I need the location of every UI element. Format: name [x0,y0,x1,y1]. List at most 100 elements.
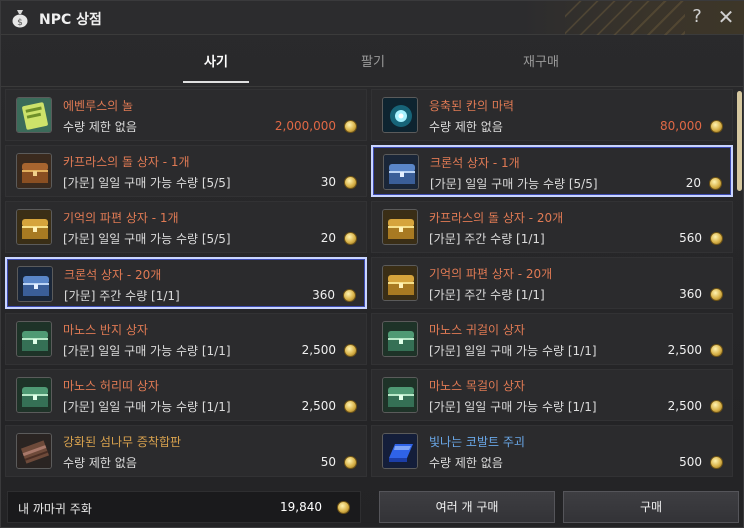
coin-icon [344,232,357,245]
currency-label: 내 까마귀 주화 [18,502,92,516]
shop-item[interactable]: 카프라스의 돌 상자 - 20개 [가문] 주간 수량 [1/1] 560 [371,201,733,253]
item-price: 360 [312,288,335,302]
shop-item[interactable]: 마노스 허리띠 상자 [가문] 일일 구매 가능 수량 [1/1] 2,500 [5,369,367,421]
green-chest-icon [16,377,52,413]
currency-amount: 19,840 [280,500,322,514]
item-limit: [가문] 주간 수량 [1/1] [64,289,180,303]
blue-chest-icon [17,266,53,302]
item-price: 2,000,000 [274,119,336,133]
money-bag-icon: $ [12,10,28,28]
item-name: 크론석 상자 - 20개 [64,268,162,282]
item-name: 기억의 파편 상자 - 20개 [429,267,553,281]
shop-item[interactable]: 카프라스의 돌 상자 - 1개 [가문] 일일 구매 가능 수량 [5/5] 30 [5,145,367,197]
blue-energy-orb-icon [382,97,418,133]
item-limit: [가문] 주간 수량 [1/1] [429,288,545,302]
tab-sell[interactable]: 팔기 [351,51,395,81]
coin-icon [710,456,723,469]
item-name: 카프라스의 돌 상자 - 1개 [63,155,190,169]
shop-item[interactable]: 기억의 파편 상자 - 20개 [가문] 주간 수량 [1/1] 360 [371,257,733,309]
shop-item[interactable]: 기억의 파편 상자 - 1개 [가문] 일일 구매 가능 수량 [5/5] 20 [5,201,367,253]
coin-icon [344,456,357,469]
blue-chest-icon [383,154,419,190]
multi-buy-button[interactable]: 여러 개 구매 [379,491,555,523]
coin-icon [344,120,357,133]
coin-icon [710,400,723,413]
close-button[interactable]: ✕ [715,6,737,28]
item-price: 500 [679,455,702,469]
coin-icon [337,501,350,514]
shop-item[interactable]: 에벤루스의 놀수량 제한 없음 2,000,000 [5,89,367,141]
shop-item[interactable]: 빛나는 코발트 주괴수량 제한 없음 500 [371,425,733,477]
npc-shop-window: $ NPC 상점 ? ✕ 사기 팔기 재구매 에벤루스의 놀수량 제한 없음 2,… [0,0,744,528]
item-price: 30 [320,175,336,189]
coin-icon [710,232,723,245]
item-limit: [가문] 주간 수량 [1/1] [429,232,545,246]
cobalt-ingot-icon [382,433,418,469]
item-limit: [가문] 일일 구매 가능 수량 [1/1] [429,344,597,358]
green-scroll-icon [16,97,52,133]
item-limit: [가문] 일일 구매 가능 수량 [1/1] [429,400,597,414]
item-limit: [가문] 일일 구매 가능 수량 [5/5] [63,176,231,190]
item-name: 마노스 허리띠 상자 [63,379,159,393]
title-decoration [565,1,685,35]
svg-text:$: $ [17,18,23,28]
tab-bar: 사기 팔기 재구매 [1,39,744,87]
item-price: 360 [679,287,702,301]
shop-item[interactable]: 강화된 섬나무 증착합판 수량 제한 없음 50 [5,425,367,477]
buy-button[interactable]: 구매 [563,491,739,523]
shop-item[interactable]: 마노스 반지 상자 [가문] 일일 구매 가능 수량 [1/1] 2,500 [5,313,367,365]
tab-buy[interactable]: 사기 [183,51,249,83]
item-name: 마노스 목걸이 상자 [429,379,525,393]
item-price: 560 [679,231,702,245]
item-limit: [가문] 일일 구매 가능 수량 [5/5] [430,177,598,191]
tab-rebuy[interactable]: 재구매 [513,51,569,81]
item-name: 에벤루스의 놀 [63,99,134,113]
coin-icon [344,176,357,189]
currency-display: 내 까마귀 주화 19,840 [7,491,361,523]
title-bar[interactable]: $ NPC 상점 ? ✕ [1,1,744,35]
item-price: 50 [320,455,336,469]
item-price: 2,500 [667,343,702,357]
item-name: 기억의 파편 상자 - 1개 [63,211,179,225]
item-limit: 수량 제한 없음 [429,456,503,470]
green-chest-icon [382,377,418,413]
item-price: 20 [320,231,336,245]
shop-item[interactable]: 응축된 칸의 마력수량 제한 없음 80,000 [371,89,733,141]
green-chest-icon [16,321,52,357]
item-limit: 수량 제한 없음 [63,120,137,134]
item-name: 응축된 칸의 마력 [429,99,514,113]
item-limit: [가문] 일일 구매 가능 수량 [5/5] [63,232,231,246]
bronze-chest-icon [16,153,52,189]
item-name: 강화된 섬나무 증착합판 [63,435,182,449]
item-limit: [가문] 일일 구매 가능 수량 [1/1] [63,344,231,358]
shop-item[interactable]: 마노스 귀걸이 상자 [가문] 일일 구매 가능 수량 [1/1] 2,500 [371,313,733,365]
gold-chest-icon [16,209,52,245]
coin-icon [344,344,357,357]
gold-chest-icon [382,265,418,301]
coin-icon [344,400,357,413]
item-price: 80,000 [660,119,702,133]
window-title: NPC 상점 [39,12,102,28]
shop-item[interactable]: 크론석 상자 - 20개 [가문] 주간 수량 [1/1] 360 [5,257,367,309]
item-limit: [가문] 일일 구매 가능 수량 [1/1] [63,400,231,414]
shop-item[interactable]: 마노스 목걸이 상자 [가문] 일일 구매 가능 수량 [1/1] 2,500 [371,369,733,421]
coin-icon [710,344,723,357]
item-price: 2,500 [301,399,336,413]
gold-chest-icon [382,209,418,245]
item-list[interactable]: 에벤루스의 놀수량 제한 없음 2,000,000 응축된 칸의 마력수량 제한 없… [5,89,735,485]
coin-icon [710,120,723,133]
coin-icon [343,289,356,302]
item-name: 빛나는 코발트 주괴 [429,435,525,449]
item-name: 마노스 반지 상자 [63,323,148,337]
scrollbar-thumb[interactable] [737,91,742,191]
item-price: 20 [685,176,701,190]
item-name: 마노스 귀걸이 상자 [429,323,525,337]
shop-item[interactable]: 크론석 상자 - 1개 [가문] 일일 구매 가능 수량 [5/5] 20 [371,145,733,197]
plank-icon [16,433,52,469]
item-price: 2,500 [667,399,702,413]
coin-icon [709,177,722,190]
item-name: 크론석 상자 - 1개 [430,156,520,170]
help-button[interactable]: ? [687,6,707,28]
item-limit: 수량 제한 없음 [429,120,503,134]
footer: 내 까마귀 주화 19,840 여러 개 구매 구매 [1,487,744,528]
